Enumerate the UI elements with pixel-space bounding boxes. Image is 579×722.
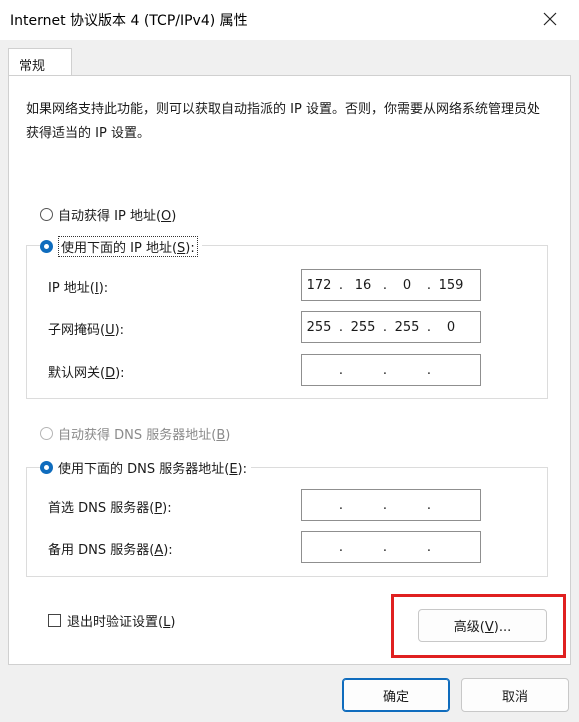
ok-button[interactable]: 确定 <box>342 678 450 712</box>
advanced-button-label: 高级(V)... <box>453 620 512 635</box>
preferred-dns-input[interactable]: . . . <box>301 489 481 521</box>
radio-auto-dns[interactable]: 自动获得 DNS 服务器地址(B) <box>40 424 230 443</box>
tab-general[interactable]: 常规 <box>8 48 72 76</box>
ip-address-label: IP 地址(I): <box>48 281 109 296</box>
alternate-dns-input[interactable]: . . . <box>301 531 481 563</box>
subnet-mask-label: 子网掩码(U): <box>48 323 125 338</box>
cancel-button[interactable]: 取消 <box>461 678 569 712</box>
preferred-dns-label: 首选 DNS 服务器(P): <box>48 501 172 516</box>
radio-circle-selected <box>40 461 53 474</box>
window-title: Internet 协议版本 4 (TCP/IPv4) 属性 <box>10 13 248 29</box>
radio-manual-dns[interactable]: 使用下面的 DNS 服务器地址(E): <box>40 458 251 477</box>
radio-manual-ip[interactable]: 使用下面的 IP 地址(S): <box>40 236 202 257</box>
radio-manual-ip-label: 使用下面的 IP 地址(S): <box>58 236 198 257</box>
advanced-button[interactable]: 高级(V)... <box>418 609 547 642</box>
radio-manual-dns-label: 使用下面的 DNS 服务器地址(E): <box>58 462 247 477</box>
default-gateway-input[interactable]: . . . <box>301 354 481 386</box>
radio-auto-ip-label: 自动获得 IP 地址(O) <box>58 209 177 224</box>
default-gateway-label: 默认网关(D): <box>48 366 125 381</box>
radio-auto-dns-label: 自动获得 DNS 服务器地址(B) <box>58 428 231 443</box>
close-icon <box>543 12 557 26</box>
title-bar: Internet 协议版本 4 (TCP/IPv4) 属性 <box>0 0 579 40</box>
radio-circle <box>40 427 53 440</box>
checkbox-box <box>48 614 61 627</box>
alternate-dns-label: 备用 DNS 服务器(A): <box>48 543 173 558</box>
subnet-mask-input[interactable]: 255. 255. 255. 0 <box>301 311 481 343</box>
ip-address-input[interactable]: 172. 16. 0. 159 <box>301 269 481 301</box>
radio-auto-ip[interactable]: 自动获得 IP 地址(O) <box>40 205 176 224</box>
description-text: 如果网络支持此功能，则可以获取自动指派的 IP 设置。否则，你需要从网络系统管理… <box>26 102 540 141</box>
validate-on-exit-label: 退出时验证设置(L) <box>67 615 176 630</box>
close-button[interactable] <box>535 6 565 32</box>
radio-circle-selected <box>40 240 53 253</box>
radio-circle <box>40 208 53 221</box>
validate-on-exit-checkbox[interactable]: 退出时验证设置(L) <box>48 611 175 630</box>
